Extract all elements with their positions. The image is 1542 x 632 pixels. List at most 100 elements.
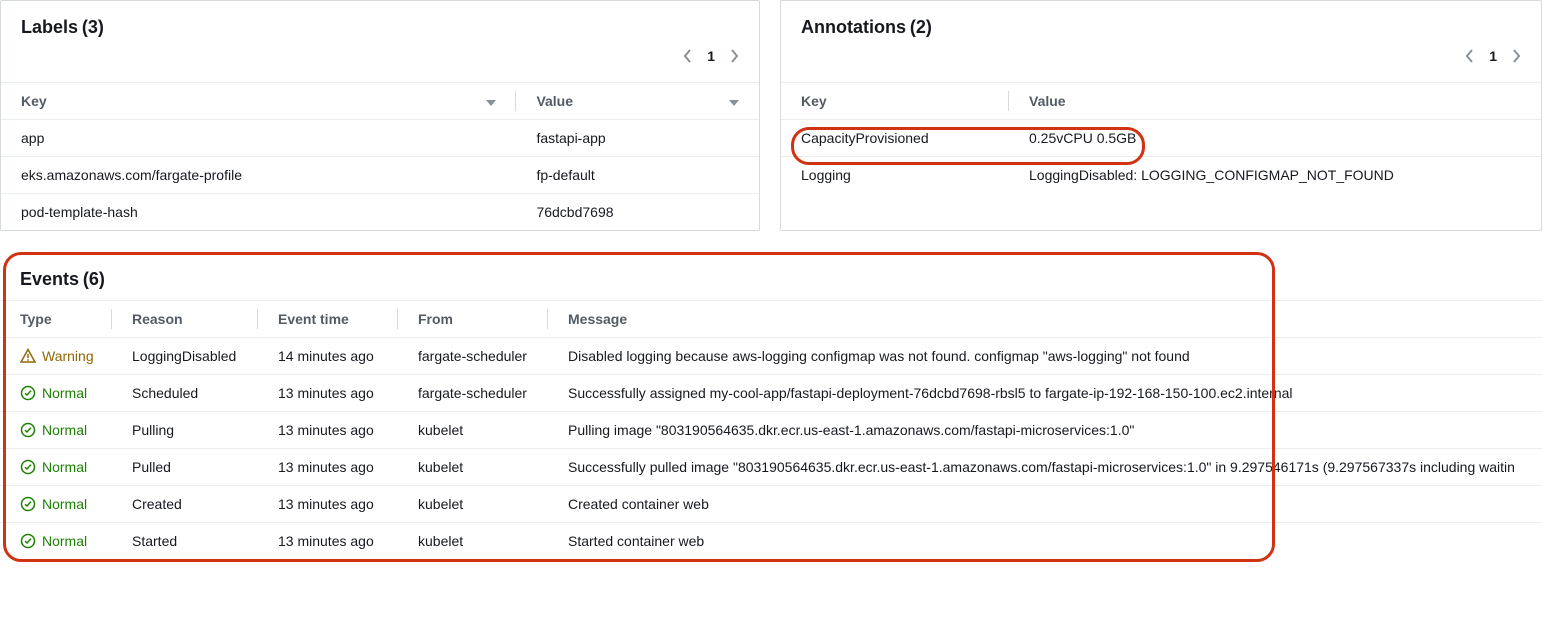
event-type-label: Normal [42,533,87,549]
labels-col-key-label: Key [21,93,47,109]
events-col-type[interactable]: Type [0,301,112,338]
labels-col-value-label: Value [536,93,573,109]
check-circle-icon [20,496,36,512]
events-wrap: Events (6) Type Reason Event time From M… [0,255,1542,559]
chevron-right-icon[interactable] [729,48,739,64]
event-reason: Pulling [112,412,258,449]
label-value: fp-default [516,157,759,194]
annotations-header: Annotations (2) 1 [781,1,1541,82]
events-col-message[interactable]: Message [548,301,1542,338]
event-from: fargate-scheduler [398,338,548,375]
event-message: Disabled logging because aws-logging con… [548,338,1542,375]
events-col-type-label: Type [20,311,52,327]
warning-icon [20,348,36,364]
events-col-reason[interactable]: Reason [112,301,258,338]
chevron-left-icon[interactable] [683,48,693,64]
table-row: app fastapi-app [1,120,759,157]
event-time: 13 minutes ago [258,412,398,449]
annotations-pager: 1 [801,38,1521,70]
table-row: Normal Created13 minutes agokubeletCreate… [0,486,1542,523]
label-value: 76dcbd7698 [516,194,759,231]
labels-header: Labels (3) 1 [1,1,759,82]
event-from: fargate-scheduler [398,375,548,412]
labels-page-number: 1 [707,48,715,64]
labels-title: Labels [21,17,78,37]
table-row: Logging LoggingDisabled: LOGGING_CONFIGM… [781,157,1541,194]
table-row: NormalScheduled13 minutes agofargate-sch… [0,375,1542,412]
events-col-time-label: Event time [278,311,349,327]
event-type-label: Warning [42,348,94,364]
label-key: pod-template-hash [1,194,516,231]
event-type: Normal [0,412,112,449]
annotation-value: 0.25vCPU 0.5GB [1009,120,1541,157]
events-count: (6) [83,269,105,289]
labels-col-key[interactable]: Key [1,83,516,120]
event-message: Pulling image "803190564635.dkr.ecr.us-e… [548,412,1542,449]
event-from: kubelet [398,523,548,560]
event-time: 13 minutes ago [258,523,398,560]
table-row: CapacityProvisioned 0.25vCPU 0.5GB [781,120,1541,157]
annotation-value: LoggingDisabled: LOGGING_CONFIGMAP_NOT_F… [1009,157,1541,194]
label-key: eks.amazonaws.com/fargate-profile [1,157,516,194]
annotation-key: CapacityProvisioned [781,120,1009,157]
event-from: kubelet [398,486,548,523]
event-type-label: Normal [42,459,87,475]
event-message: Successfully pulled image "803190564635.… [548,449,1542,486]
labels-panel: Labels (3) 1 Key Value [0,0,760,231]
sort-icon[interactable] [486,93,496,109]
labels-count: (3) [82,17,104,37]
table-row: Warning LoggingDisabled14 minutes agofarg… [0,338,1542,375]
event-type: Normal [0,523,112,560]
event-type: Normal [0,486,112,523]
annotations-col-key-label: Key [801,93,827,109]
annotations-table: Key Value CapacityProvisioned 0.25vC [781,82,1541,193]
event-message: Successfully assigned my-cool-app/fastap… [548,375,1542,412]
events-title: Events [20,269,79,289]
labels-table: Key Value app fastapi-app eks.amazonaws.… [1,82,759,230]
events-col-from[interactable]: From [398,301,548,338]
events-col-time[interactable]: Event time [258,301,398,338]
events-table: Type Reason Event time From Message Warn… [0,300,1542,559]
label-key: app [1,120,516,157]
event-message: Started container web [548,523,1542,560]
event-reason: Scheduled [112,375,258,412]
event-reason: Started [112,523,258,560]
event-type: Warning [0,338,112,375]
check-circle-icon [20,533,36,549]
events-header: Events (6) [0,255,1542,300]
annotations-count: (2) [910,17,932,37]
event-reason: LoggingDisabled [112,338,258,375]
annotations-panel: Annotations (2) 1 Key Value [780,0,1542,231]
event-reason: Pulled [112,449,258,486]
event-time: 14 minutes ago [258,338,398,375]
event-time: 13 minutes ago [258,449,398,486]
table-row: Normal Pulled13 minutes agokubeletSuccess… [0,449,1542,486]
events-col-message-label: Message [568,311,627,327]
event-type-label: Normal [42,422,87,438]
table-row: Normal Started13 minutes agokubeletStarte… [0,523,1542,560]
chevron-right-icon[interactable] [1511,48,1521,64]
events-col-from-label: From [418,311,453,327]
label-value: fastapi-app [516,120,759,157]
event-type: Normal [0,375,112,412]
events-col-reason-label: Reason [132,311,183,327]
table-row: pod-template-hash 76dcbd7698 [1,194,759,231]
annotations-title: Annotations [801,17,906,37]
event-message: Created container web [548,486,1542,523]
chevron-left-icon[interactable] [1465,48,1475,64]
table-row: eks.amazonaws.com/fargate-profile fp-def… [1,157,759,194]
check-circle-icon [20,459,36,475]
event-type-label: Normal [42,496,87,512]
sort-icon[interactable] [729,93,739,109]
annotations-page-number: 1 [1489,48,1497,64]
labels-col-value[interactable]: Value [516,83,759,120]
event-from: kubelet [398,449,548,486]
events-panel: Events (6) Type Reason Event time From M… [0,255,1542,559]
annotations-col-value[interactable]: Value [1009,83,1541,120]
annotation-key: Logging [781,157,1009,194]
event-from: kubelet [398,412,548,449]
event-reason: Created [112,486,258,523]
event-time: 13 minutes ago [258,486,398,523]
annotations-col-key[interactable]: Key [781,83,1009,120]
check-circle-icon [20,385,36,401]
